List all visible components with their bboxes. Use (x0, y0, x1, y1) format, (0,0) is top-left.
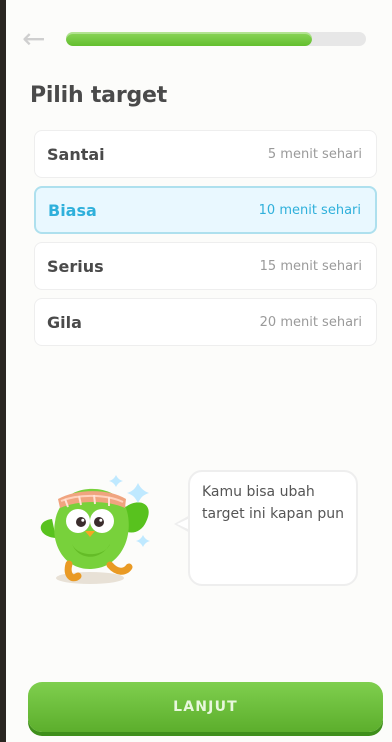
goal-option-label: Serius (47, 256, 104, 276)
mascot-speech-bubble: Kamu bisa ubah target ini kapan pun (188, 470, 358, 586)
goal-option-serius[interactable]: Serius 15 menit sehari (34, 242, 377, 290)
progress-fill (66, 32, 312, 46)
goal-option-santai[interactable]: Santai 5 menit sehari (34, 130, 377, 178)
goal-option-time: 15 menit sehari (259, 258, 362, 274)
goal-option-time: 5 menit sehari (267, 146, 362, 162)
progress-bar (66, 32, 366, 46)
goal-option-label: Santai (47, 144, 105, 164)
goal-option-time: 20 menit sehari (259, 314, 362, 330)
goal-option-label: Biasa (48, 200, 97, 220)
goal-options-list: Santai 5 menit sehari Biasa 10 menit seh… (34, 130, 377, 354)
top-bar: ← (22, 24, 370, 54)
left-screen-edge (0, 0, 6, 742)
page-title: Pilih target (30, 83, 168, 108)
goal-option-time: 10 menit sehari (258, 202, 361, 218)
owl-mascot-icon (40, 475, 150, 584)
duolingo-goal-screen: ← Pilih target Santai 5 menit sehari Bia… (0, 0, 392, 742)
goal-option-biasa[interactable]: Biasa 10 menit sehari (34, 186, 377, 234)
goal-option-label: Gila (47, 312, 82, 332)
continue-button[interactable]: LANJUT (28, 682, 383, 732)
back-arrow-icon[interactable]: ← (22, 24, 52, 54)
goal-option-gila[interactable]: Gila 20 menit sehari (34, 298, 377, 346)
